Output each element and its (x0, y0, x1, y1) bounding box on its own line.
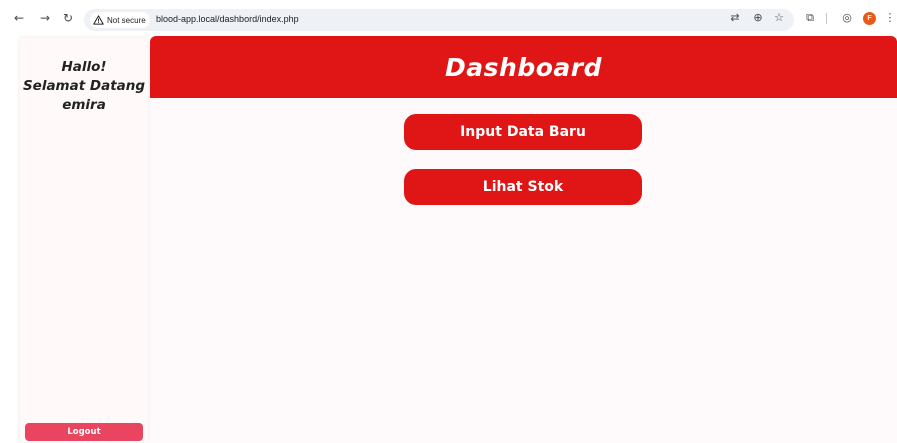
greeting-welcome: Selamat Datang (22, 78, 146, 94)
kebab-menu-icon[interactable]: ⋮ (883, 11, 897, 25)
dashboard-header: Dashboard (150, 36, 897, 98)
reload-icon[interactable]: ↻ (61, 11, 75, 25)
greeting-username: emira (62, 97, 106, 113)
translate-icon[interactable]: ⇄ (728, 11, 742, 25)
forward-icon[interactable]: → (38, 11, 52, 25)
back-icon[interactable]: ← (12, 11, 26, 25)
input-data-baru-button[interactable]: Input Data Baru (404, 114, 642, 150)
page-viewport: Hallo! Selamat Datang emira Logout Dashb… (0, 36, 897, 443)
main-content: Dashboard Input Data Baru Lihat Stok (150, 36, 897, 443)
toolbar-divider (826, 13, 827, 24)
sidebar: Hallo! Selamat Datang emira Logout (20, 38, 148, 443)
logout-button[interactable]: Logout (25, 423, 143, 441)
reading-mode-icon[interactable]: ◎ (840, 11, 854, 25)
page-title: Dashboard (445, 52, 602, 82)
address-bar[interactable]: Not secure blood-app.local/dashbord/inde… (84, 9, 794, 31)
warning-icon (93, 15, 104, 25)
zoom-icon[interactable]: ⊕ (751, 11, 765, 25)
bookmark-star-icon[interactable]: ☆ (772, 11, 786, 25)
lihat-stok-button[interactable]: Lihat Stok (404, 169, 642, 205)
profile-avatar[interactable]: F (863, 12, 876, 25)
browser-toolbar: ← → ↻ Not secure blood-app.local/dashbor… (0, 0, 897, 38)
security-chip[interactable]: Not secure (90, 12, 150, 28)
security-label: Not secure (107, 15, 146, 25)
extensions-icon[interactable]: ⧉ (803, 11, 817, 25)
greeting: Hallo! Selamat Datang emira (20, 58, 148, 115)
greeting-hello: Hallo! (61, 59, 107, 75)
url-text[interactable]: blood-app.local/dashbord/index.php (156, 14, 299, 24)
